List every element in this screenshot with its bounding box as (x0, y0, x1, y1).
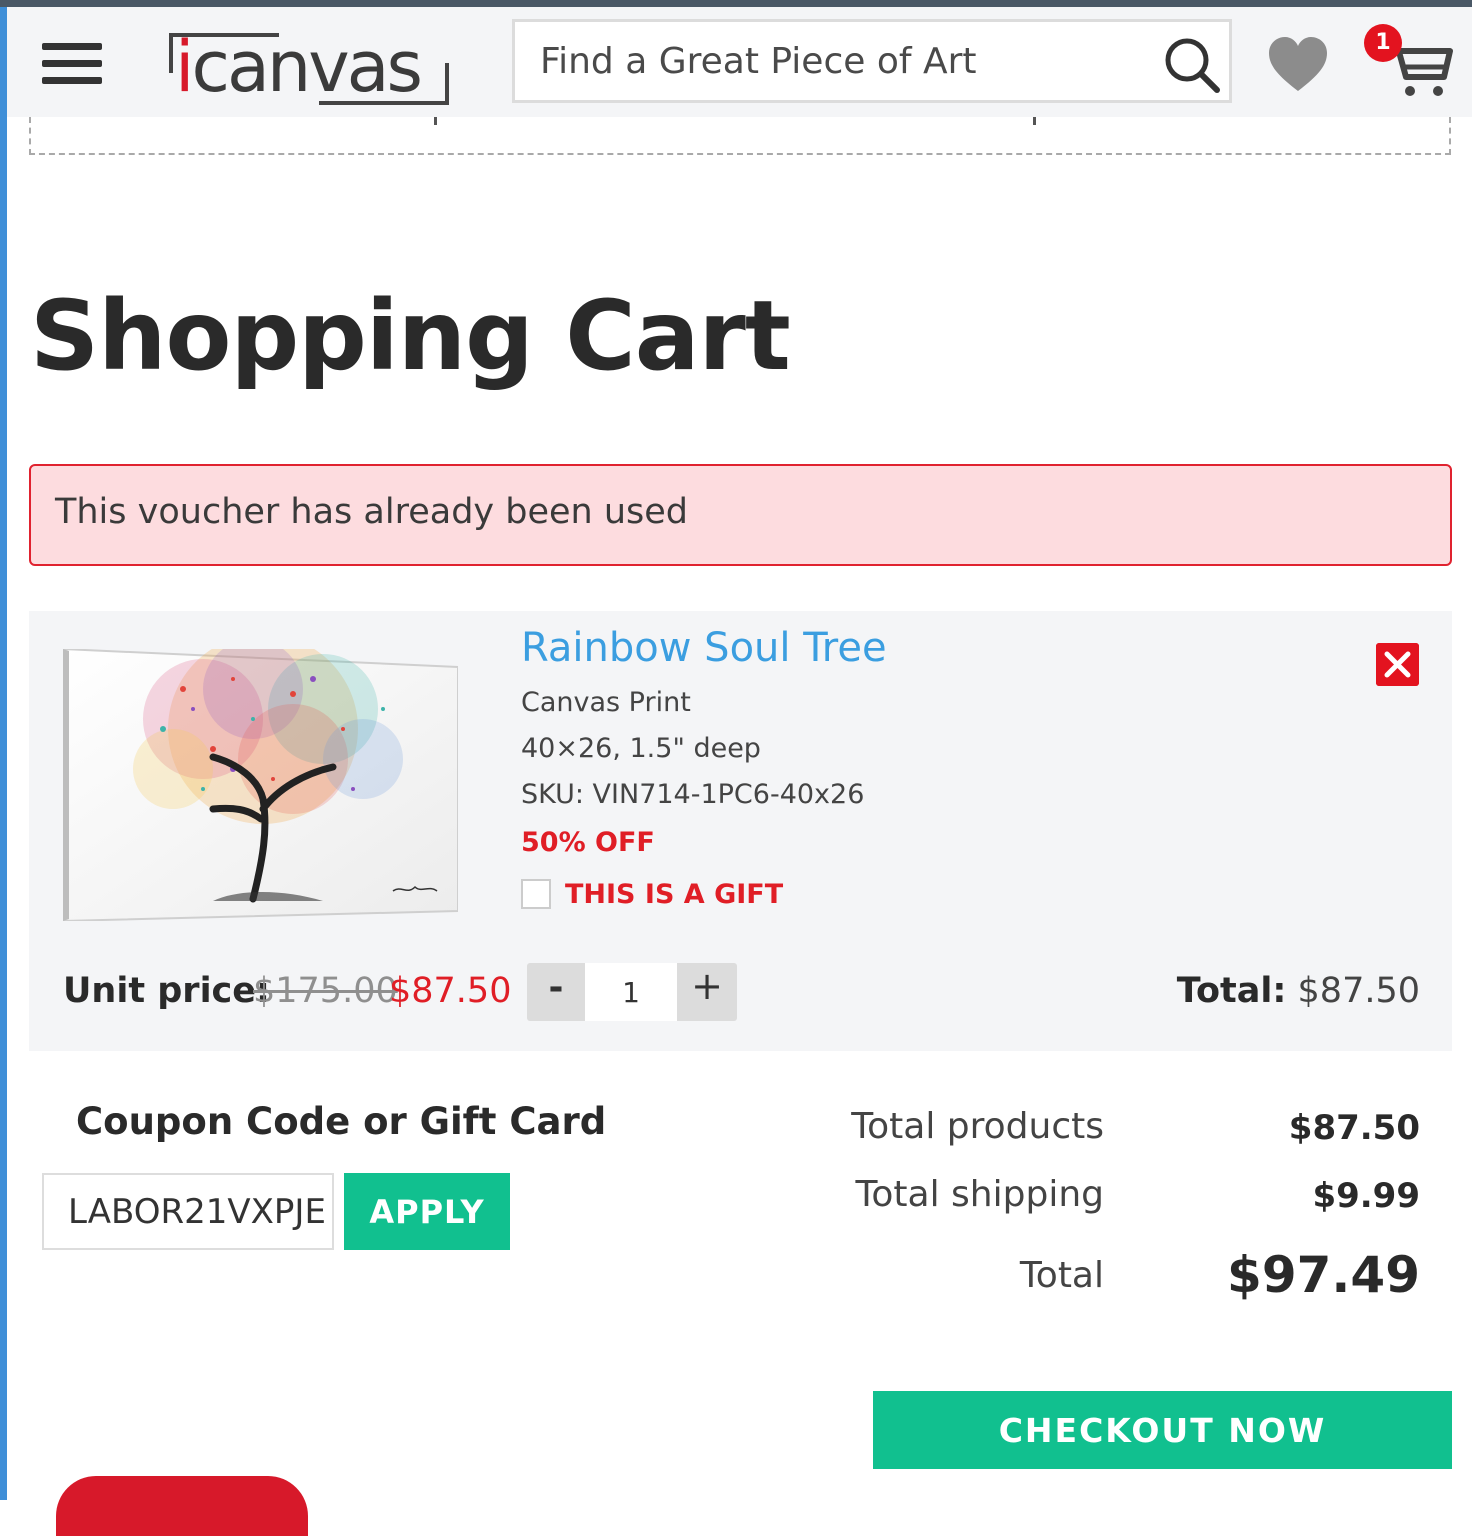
hamburger-menu-icon[interactable] (42, 43, 102, 85)
remove-item-icon[interactable] (1376, 643, 1419, 686)
alert-message: This voucher has already been used (55, 492, 689, 532)
chat-tab[interactable] (56, 1476, 308, 1536)
checkout-button[interactable]: CHECKOUT NOW (873, 1391, 1452, 1469)
voucher-error-alert: This voucher has already been used (29, 464, 1452, 566)
quantity-decrease-button[interactable]: - (527, 963, 585, 1021)
product-image[interactable] (63, 649, 458, 921)
apply-coupon-button[interactable]: APPLY (344, 1173, 510, 1250)
product-type: Canvas Print (521, 687, 691, 718)
line-total-value: $87.50 (1297, 971, 1420, 1011)
search-icon[interactable] (1163, 36, 1221, 94)
line-total-label: Total: (1176, 971, 1287, 1011)
gift-label[interactable]: THIS IS A GIFT (565, 879, 783, 910)
search-box (512, 19, 1232, 103)
grand-total-label: Total (1019, 1255, 1104, 1296)
total-shipping-label: Total shipping (855, 1174, 1104, 1215)
unit-price-label: Unit price: (63, 971, 271, 1011)
divider-tick (1033, 117, 1036, 125)
total-products-label: Total products (851, 1106, 1104, 1147)
cart-item: Rainbow Soul Tree Canvas Print 40×26, 1.… (29, 611, 1452, 1051)
line-total: Total: $87.50 (1177, 971, 1420, 1011)
total-shipping-value: $9.99 (1312, 1176, 1420, 1216)
product-size: 40×26, 1.5" deep (521, 733, 761, 764)
left-edge-bar (0, 7, 7, 1500)
divider-tick (434, 117, 437, 125)
original-price: $175.00 (253, 971, 398, 1011)
coupon-input[interactable] (42, 1173, 334, 1250)
cart-count-badge: 1 (1364, 24, 1402, 62)
icanvas-logo[interactable]: icanvas (159, 23, 459, 113)
product-name-link[interactable]: Rainbow Soul Tree (521, 625, 887, 671)
product-sku: SKU: VIN714-1PC6-40x26 (521, 779, 865, 810)
sale-price: $87.50 (389, 971, 512, 1011)
top-strip (0, 0, 1472, 7)
coupon-title: Coupon Code or Gift Card (76, 1100, 607, 1143)
page-title: Shopping Cart (30, 280, 791, 392)
quantity-input[interactable] (585, 963, 677, 1021)
promo-placeholder (29, 117, 1451, 155)
site-header: icanvas 1 (7, 7, 1472, 117)
grand-total-value: $97.49 (1227, 1246, 1420, 1304)
search-input[interactable] (515, 22, 1145, 100)
quantity-increase-button[interactable]: + (677, 963, 737, 1013)
gift-checkbox[interactable] (521, 879, 551, 909)
discount-badge: 50% OFF (521, 827, 655, 858)
heart-icon[interactable] (1267, 35, 1329, 95)
quantity-stepper: - + (527, 963, 737, 1021)
total-products-value: $87.50 (1288, 1108, 1420, 1148)
